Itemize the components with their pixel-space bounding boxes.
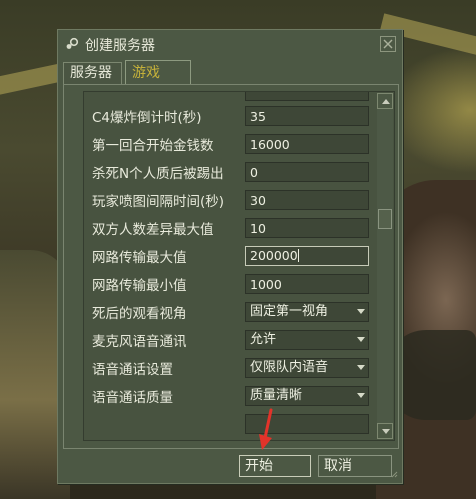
setting-label: 网路传输最大值	[92, 250, 187, 266]
setting-row-hostage-kick: 杀死N个人质后被踢出	[84, 160, 376, 184]
chevron-down-icon	[357, 393, 365, 398]
setting-row-spray-interval: 玩家喷图间隔时间(秒)	[84, 188, 376, 212]
scroll-up-button[interactable]	[377, 93, 393, 109]
scroll-thumb[interactable]	[378, 209, 392, 229]
chevron-down-icon	[357, 309, 365, 314]
settings-list[interactable]: C4爆炸倒计时(秒) 第一回合开始金钱数 杀死N个人质后被踢出 玩家喷图间隔时间…	[83, 91, 395, 441]
settings-row	[84, 412, 376, 436]
start-button[interactable]: 开始	[239, 455, 311, 477]
create-server-dialog: 创建服务器 服务器 游戏 C4爆炸倒计时(秒) 第一回合开始金钱数	[57, 29, 403, 484]
setting-field[interactable]	[245, 92, 369, 101]
setting-label: 语音通话设置	[92, 362, 173, 378]
annotation-arrow-icon	[259, 408, 273, 450]
close-icon	[383, 39, 393, 49]
setting-row-start-money: 第一回合开始金钱数	[84, 132, 376, 156]
voice-quality-select[interactable]: 质量清晰	[245, 386, 369, 406]
arrow-down-icon	[382, 429, 390, 434]
tab-server[interactable]: 服务器	[63, 62, 122, 84]
mic-select[interactable]: 允许	[245, 330, 369, 350]
settings-row	[84, 92, 376, 103]
hostage-kick-input[interactable]	[245, 162, 369, 182]
setting-row-c4-timer: C4爆炸倒计时(秒)	[84, 104, 376, 128]
setting-label: C4爆炸倒计时(秒)	[92, 110, 202, 126]
start-money-input[interactable]	[245, 134, 369, 154]
tab-game[interactable]: 游戏	[125, 60, 191, 84]
close-button[interactable]	[380, 36, 396, 52]
setting-row-net-max: 网路传输最大值 200000	[84, 244, 376, 268]
setting-label: 杀死N个人质后被踢出	[92, 166, 224, 182]
setting-label: 第一回合开始金钱数	[92, 138, 214, 154]
steam-icon	[66, 37, 79, 49]
cancel-button[interactable]: 取消	[318, 455, 392, 477]
setting-row-mic: 麦克风语音通讯 允许	[84, 328, 376, 352]
setting-row-voice-quality: 语音通话质量 质量清晰	[84, 384, 376, 408]
voice-mode-select[interactable]: 仅限队内语音	[245, 358, 369, 378]
net-min-input[interactable]	[245, 274, 369, 294]
chevron-down-icon	[357, 337, 365, 342]
setting-row-team-diff: 双方人数差异最大值	[84, 216, 376, 240]
settings-panel: C4爆炸倒计时(秒) 第一回合开始金钱数 杀死N个人质后被踢出 玩家喷图间隔时间…	[63, 84, 399, 449]
chevron-down-icon	[357, 365, 365, 370]
spray-interval-input[interactable]	[245, 190, 369, 210]
vertical-scrollbar[interactable]	[377, 93, 393, 439]
team-diff-input[interactable]	[245, 218, 369, 238]
setting-row-voice-mode: 语音通话设置 仅限队内语音	[84, 356, 376, 380]
net-max-input[interactable]: 200000	[245, 246, 369, 266]
spectate-view-select[interactable]: 固定第一视角	[245, 302, 369, 322]
setting-label: 语音通话质量	[92, 390, 173, 406]
setting-label: 双方人数差异最大值	[92, 222, 214, 238]
setting-row-spectate-view: 死后的观看视角 固定第一视角	[84, 300, 376, 324]
resize-grip-icon[interactable]	[386, 469, 398, 479]
setting-label: 网路传输最小值	[92, 278, 187, 294]
c4-timer-input[interactable]	[245, 106, 369, 126]
scroll-down-button[interactable]	[377, 423, 393, 439]
title-bar[interactable]: 创建服务器	[58, 30, 402, 58]
dialog-title: 创建服务器	[85, 38, 155, 54]
setting-label: 玩家喷图间隔时间(秒)	[92, 194, 225, 210]
setting-label: 麦克风语音通讯	[92, 334, 187, 350]
arrow-up-icon	[382, 99, 390, 104]
text-caret	[297, 249, 299, 262]
setting-label: 死后的观看视角	[92, 306, 187, 322]
setting-row-net-min: 网路传输最小值	[84, 272, 376, 296]
